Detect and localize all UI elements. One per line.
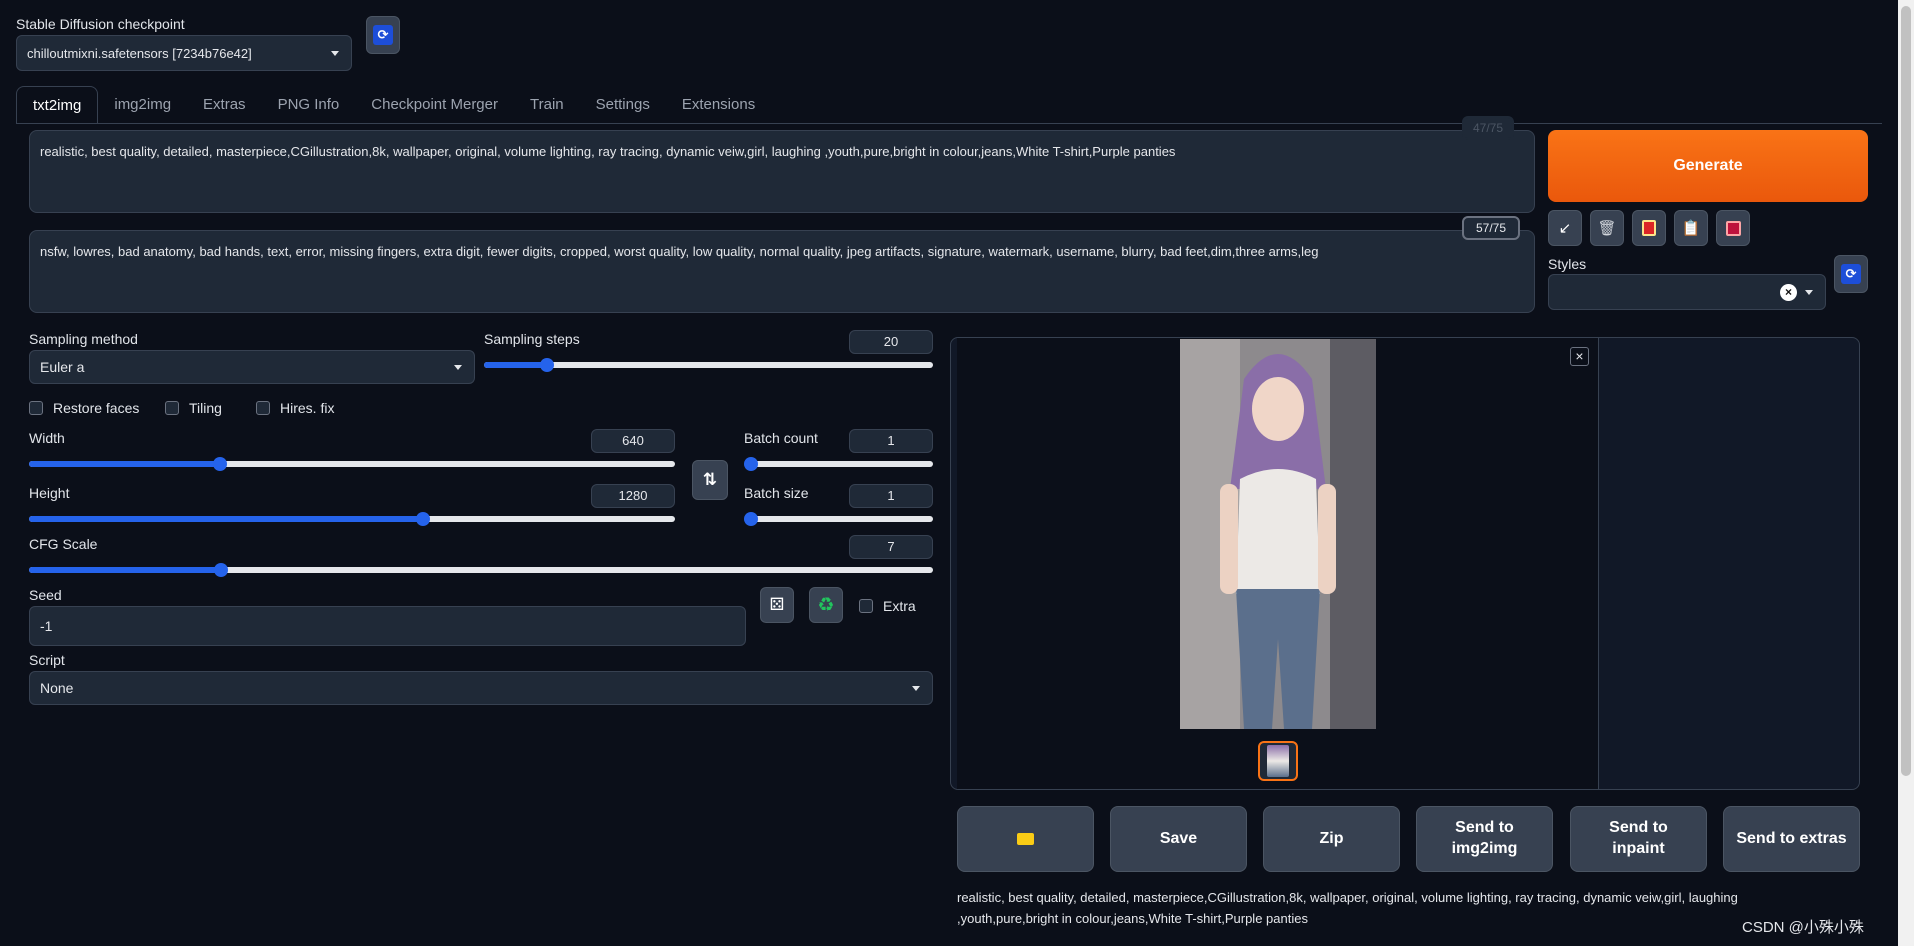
- tab-bar: txt2img img2img Extras PNG Info Checkpoi…: [16, 86, 771, 124]
- generated-image-art: [1180, 339, 1376, 729]
- sampling-steps-slider[interactable]: [484, 358, 933, 372]
- send-to-extras-button[interactable]: Send to extras: [1723, 806, 1860, 872]
- tab-train[interactable]: Train: [514, 86, 580, 124]
- hires-fix-checkbox[interactable]: [256, 401, 270, 415]
- sampling-steps-label: Sampling steps: [484, 331, 580, 347]
- sampling-method-label: Sampling method: [29, 331, 138, 347]
- seed-value: -1: [40, 618, 53, 634]
- tab-extensions[interactable]: Extensions: [666, 86, 771, 124]
- tab-settings[interactable]: Settings: [580, 86, 666, 124]
- floppy-disk-icon: [1725, 220, 1741, 236]
- scrollbar-thumb[interactable]: [1901, 6, 1911, 776]
- send-to-img2img-button[interactable]: Send to img2img: [1416, 806, 1553, 872]
- height-input[interactable]: 1280: [591, 484, 675, 508]
- clear-icon[interactable]: ×: [1780, 284, 1797, 301]
- folder-icon: [1017, 833, 1034, 845]
- arrow-down-left-icon: ↙: [1558, 220, 1572, 237]
- positive-token-counter: 47/75: [1462, 116, 1514, 140]
- refresh-icon: ⟳: [1841, 264, 1861, 284]
- cfg-scale-slider[interactable]: [29, 563, 933, 577]
- extra-seed-checkbox[interactable]: [859, 599, 873, 613]
- chevron-down-icon: [331, 51, 339, 56]
- cfg-scale-input[interactable]: 7: [849, 535, 933, 559]
- restore-faces-label: Restore faces: [53, 400, 140, 416]
- script-value: None: [40, 680, 74, 696]
- tab-extras[interactable]: Extras: [187, 86, 262, 124]
- tab-txt2img[interactable]: txt2img: [16, 86, 99, 124]
- batch-count-slider[interactable]: [744, 457, 933, 471]
- extra-seed-label: Extra: [883, 598, 916, 614]
- hires-fix-label: Hires. fix: [280, 400, 335, 416]
- batch-size-input[interactable]: 1: [849, 484, 933, 508]
- close-icon: ×: [1575, 348, 1584, 364]
- tab-png-info[interactable]: PNG Info: [262, 86, 356, 124]
- width-label: Width: [29, 430, 65, 446]
- styles-select[interactable]: ×: [1548, 274, 1826, 310]
- recycle-icon: ♻: [817, 594, 835, 616]
- seed-input[interactable]: -1: [29, 606, 746, 646]
- script-select[interactable]: None: [29, 671, 933, 705]
- batch-count-label: Batch count: [744, 430, 818, 446]
- chevron-down-icon: [912, 686, 920, 691]
- checkpoint-value: chilloutmixni.safetensors [7234b76e42]: [27, 45, 252, 61]
- positive-prompt-input[interactable]: realistic, best quality, detailed, maste…: [29, 130, 1535, 213]
- tab-img2img[interactable]: img2img: [98, 86, 187, 124]
- restore-faces-checkbox[interactable]: [29, 401, 43, 415]
- show-extra-networks-button[interactable]: [1632, 210, 1666, 246]
- sampling-method-select[interactable]: Euler a: [29, 350, 475, 384]
- tab-checkpoint-merger[interactable]: Checkpoint Merger: [355, 86, 514, 124]
- refresh-checkpoint-button[interactable]: ⟳: [366, 16, 400, 54]
- save-style-button[interactable]: [1716, 210, 1750, 246]
- checkpoint-label: Stable Diffusion checkpoint: [16, 16, 185, 32]
- height-label: Height: [29, 485, 70, 501]
- read-params-button[interactable]: ↙: [1548, 210, 1582, 246]
- batch-size-label: Batch size: [744, 485, 809, 501]
- negative-prompt-input[interactable]: nsfw, lowres, bad anatomy, bad hands, te…: [29, 230, 1535, 313]
- picture-card-icon: [1642, 220, 1656, 236]
- cfg-scale-label: CFG Scale: [29, 536, 98, 552]
- clipboard-icon: 📋: [1681, 220, 1701, 237]
- height-slider[interactable]: [29, 512, 675, 526]
- tiling-checkbox[interactable]: [165, 401, 179, 415]
- swap-dimensions-button[interactable]: ⇅: [692, 460, 728, 500]
- styles-label: Styles: [1548, 256, 1587, 272]
- batch-count-input[interactable]: 1: [849, 429, 933, 453]
- generate-button[interactable]: Generate: [1548, 130, 1868, 202]
- negative-token-counter: 57/75: [1462, 216, 1520, 240]
- batch-size-slider[interactable]: [744, 512, 933, 526]
- clear-prompt-button[interactable]: 🗑: [1590, 210, 1624, 246]
- dice-icon: ⚄: [769, 595, 785, 614]
- seed-label: Seed: [29, 587, 62, 603]
- script-label: Script: [29, 652, 65, 668]
- open-folder-button[interactable]: [957, 806, 1094, 872]
- chevron-down-icon: [454, 365, 462, 370]
- zip-button[interactable]: Zip: [1263, 806, 1400, 872]
- tab-divider: [16, 123, 1882, 124]
- random-seed-button[interactable]: ⚄: [760, 587, 794, 623]
- generated-image[interactable]: [1180, 339, 1376, 729]
- width-slider[interactable]: [29, 457, 675, 471]
- sampling-steps-input[interactable]: 20: [849, 330, 933, 354]
- trash-icon: 🗑: [1597, 220, 1617, 237]
- sampling-method-value: Euler a: [40, 359, 85, 375]
- refresh-styles-button[interactable]: ⟳: [1834, 255, 1868, 293]
- close-preview-button[interactable]: ×: [1570, 347, 1589, 366]
- apply-style-button[interactable]: 📋: [1674, 210, 1708, 246]
- reuse-seed-button[interactable]: ♻: [809, 587, 843, 623]
- generation-info-text: realistic, best quality, detailed, maste…: [957, 890, 1738, 926]
- swap-arrows-icon: ⇅: [702, 470, 718, 489]
- send-to-inpaint-button[interactable]: Send to inpaint: [1570, 806, 1707, 872]
- thumbnail-image: [1267, 745, 1289, 777]
- tiling-label: Tiling: [189, 400, 222, 416]
- gallery-thumbnail[interactable]: [1258, 741, 1298, 781]
- refresh-icon: ⟳: [373, 25, 393, 45]
- chevron-down-icon: [1805, 290, 1813, 295]
- width-input[interactable]: 640: [591, 429, 675, 453]
- scrollbar-track[interactable]: [1898, 0, 1914, 946]
- watermark-text: CSDN @小殊小殊: [1742, 919, 1864, 936]
- checkpoint-select[interactable]: chilloutmixni.safetensors [7234b76e42]: [16, 35, 352, 71]
- save-button[interactable]: Save: [1110, 806, 1247, 872]
